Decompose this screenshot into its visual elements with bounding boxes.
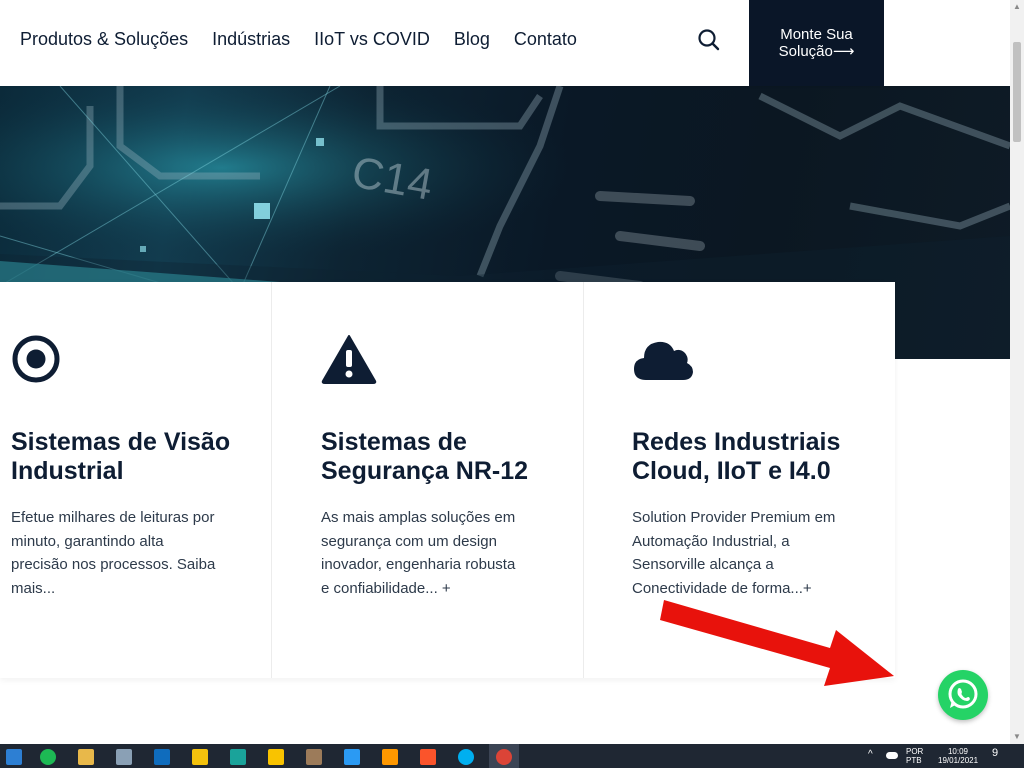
file-explorer-icon[interactable] xyxy=(78,749,94,765)
whatsapp-icon xyxy=(948,679,978,709)
page-scrollbar[interactable]: ▲ ▼ xyxy=(1010,0,1024,744)
sublime-icon[interactable] xyxy=(382,749,398,765)
spotify-icon[interactable] xyxy=(40,749,56,765)
vscode-icon[interactable] xyxy=(344,749,360,765)
card-text: Efetue milhares de leituras por minuto, … xyxy=(11,509,216,597)
cta-line1: Monte Sua xyxy=(780,26,853,43)
nav-link-contato[interactable]: Contato xyxy=(514,28,577,50)
tray-chevron-icon[interactable]: ^ xyxy=(868,750,873,760)
app-icon[interactable] xyxy=(230,749,246,765)
language-line2: PTB xyxy=(906,756,922,765)
card-text: Solution Provider Premium em Automação I… xyxy=(632,509,836,597)
monte-sua-solucao-button[interactable]: Monte Sua Solução⟶ xyxy=(749,0,884,86)
clock-time: 10:09 xyxy=(947,747,969,756)
notification-count: 9 xyxy=(992,747,999,759)
cta-line2: Solução⟶ xyxy=(778,43,855,60)
target-icon xyxy=(11,334,61,389)
site-header: Produtos & Soluções Indústrias IIoT vs C… xyxy=(0,0,1010,86)
card-title: Sistemas de Visão Industrial xyxy=(11,428,231,485)
language-line1: POR xyxy=(906,747,924,756)
cloud-icon xyxy=(632,334,694,389)
nav-link-produtos[interactable]: Produtos & Soluções xyxy=(20,28,188,50)
card-seguranca-nr12[interactable]: Sistemas de Segurança NR-12 As mais ampl… xyxy=(272,282,584,678)
whatsapp-chat-button[interactable] xyxy=(938,670,988,720)
card-title: Redes Industriais Cloud, IIoT e I4.0 xyxy=(632,428,841,485)
scroll-down-icon[interactable]: ▼ xyxy=(1010,730,1024,744)
notifications-icon[interactable]: 9 xyxy=(992,747,999,759)
onedrive-icon[interactable] xyxy=(886,752,898,759)
search-icon[interactable] xyxy=(696,27,722,53)
main-nav: Produtos & Soluções Indústrias IIoT vs C… xyxy=(20,28,601,50)
task-view-icon[interactable] xyxy=(6,749,22,765)
notepad-icon[interactable] xyxy=(116,749,132,765)
skype-icon[interactable] xyxy=(458,749,474,765)
language-indicator[interactable]: POR PTB xyxy=(906,747,923,765)
chrome-icon[interactable] xyxy=(496,749,512,765)
card-text: As mais amplas soluções em segurança com… xyxy=(321,509,516,597)
scrollbar-thumb[interactable] xyxy=(1013,42,1021,142)
nav-link-blog[interactable]: Blog xyxy=(454,28,490,50)
nav-link-industrias[interactable]: Indústrias xyxy=(212,28,290,50)
red-arrow-annotation xyxy=(660,590,900,695)
warning-icon xyxy=(321,334,377,389)
clock[interactable]: 10:09 19/01/2021 xyxy=(938,747,978,765)
brave-icon[interactable] xyxy=(420,749,436,765)
scroll-up-icon[interactable]: ▲ xyxy=(1010,0,1024,14)
clock-date: 19/01/2021 xyxy=(938,756,979,765)
outlook-icon[interactable] xyxy=(154,749,170,765)
paint-icon[interactable] xyxy=(306,749,322,765)
card-title: Sistemas de Segurança NR-12 xyxy=(321,428,529,485)
keep-icon[interactable] xyxy=(268,749,284,765)
taskbar: ^ POR PTB 10:09 19/01/2021 9 xyxy=(0,744,1024,768)
nav-link-iiot-covid[interactable]: IIoT vs COVID xyxy=(314,28,430,50)
sticky-notes-icon[interactable] xyxy=(192,749,208,765)
card-visao-industrial[interactable]: Sistemas de Visão Industrial Efetue milh… xyxy=(0,282,272,678)
